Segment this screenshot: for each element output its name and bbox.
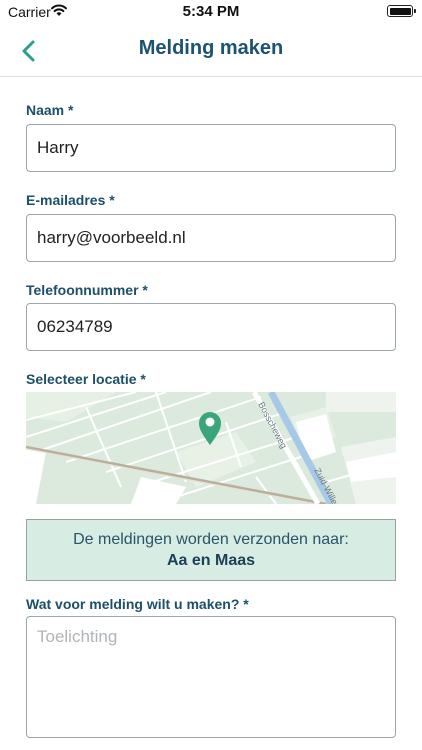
phone-label: Telefoonnummer * (26, 282, 148, 298)
email-input[interactable] (26, 214, 396, 262)
battery-icon (387, 5, 416, 17)
recipient-text: De meldingen worden verzonden naar: (73, 531, 349, 548)
navigation-bar: Melding maken (0, 24, 422, 77)
map-tiles: Bosscheweg Zuid-Willemsvaart (26, 392, 396, 504)
email-label: E-mailadres * (26, 192, 115, 208)
status-bar: Carrier 5:34 PM (0, 0, 422, 24)
description-label: Wat voor melding wilt u maken? * (26, 596, 249, 612)
recipient-info: De meldingen worden verzonden naar: Aa e… (26, 519, 396, 581)
name-label: Naam * (26, 102, 74, 118)
description-textarea[interactable] (26, 616, 396, 738)
name-input[interactable] (26, 124, 396, 172)
page-title: Melding maken (138, 37, 284, 59)
phone-input[interactable] (26, 303, 396, 351)
location-map[interactable]: Bosscheweg Zuid-Willemsvaart (26, 392, 396, 504)
location-label: Selecteer locatie * (26, 371, 146, 387)
recipient-municipality: Aa en Maas (166, 552, 256, 569)
status-time: 5:34 PM (182, 3, 240, 20)
